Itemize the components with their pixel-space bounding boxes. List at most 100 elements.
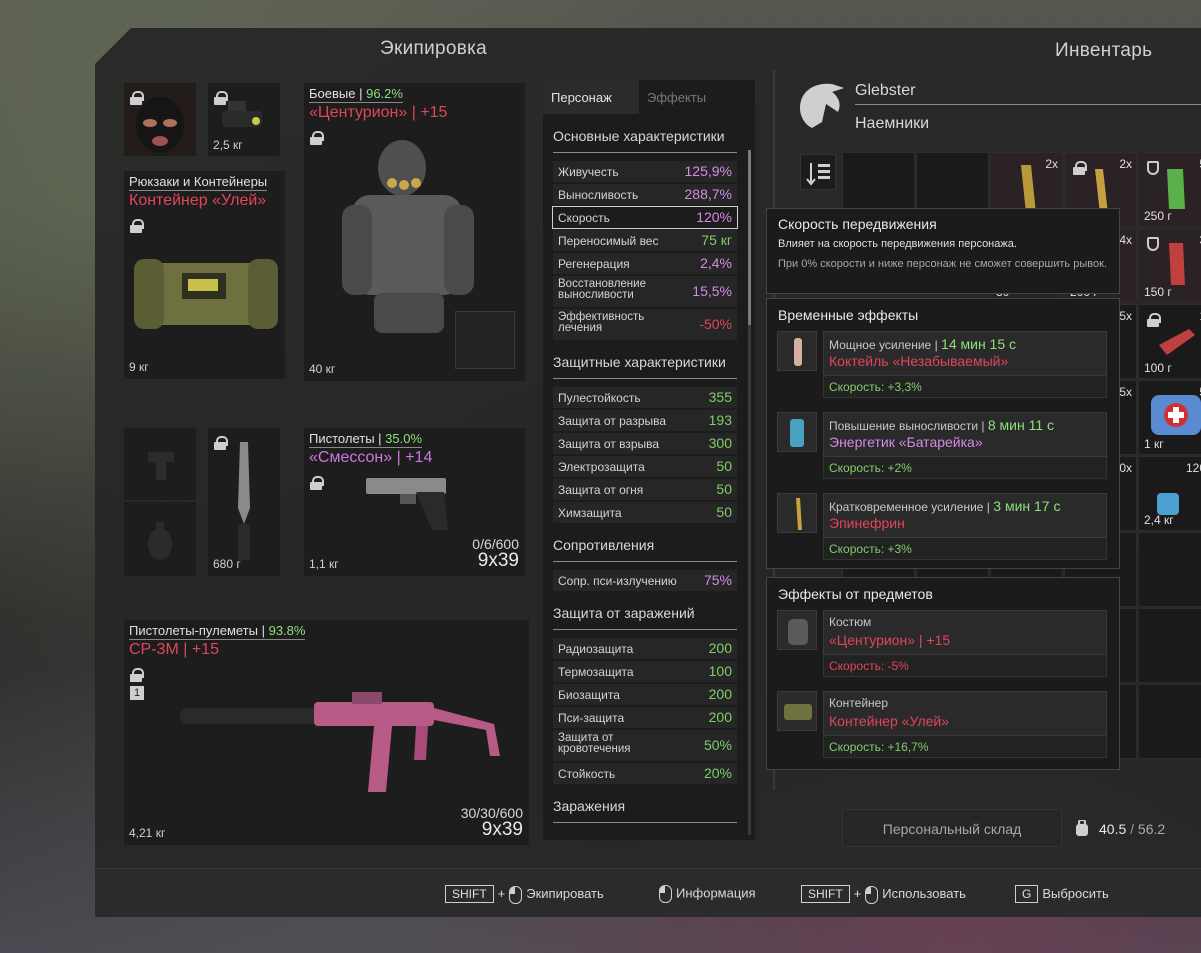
protection-list: Пулестойкость 355 Защита от разрыва 193 За… — [543, 387, 755, 523]
flashlight-placeholder-icon — [148, 452, 174, 480]
item-effects-panel: Эффекты от предметов Костюм «Центурион» |… — [766, 577, 1120, 770]
inventory-cell[interactable]: 3 150 г — [1138, 228, 1201, 303]
weight-icon — [1076, 819, 1088, 836]
knife-weight: 680 г — [213, 557, 241, 571]
grenade-slot-2[interactable] — [124, 502, 196, 576]
infection-list: Радиозащита 200 Термозащита 100 Биозащита 2… — [543, 638, 755, 784]
inventory-cell[interactable] — [1138, 684, 1201, 759]
personal-storage-button[interactable]: Персональный склад — [842, 809, 1062, 847]
item-effect-item[interactable]: Контейнер Контейнер «Улей» Скорость: +16,… — [777, 691, 1107, 761]
smg-slot[interactable]: Пистолеты-пулеметы | 93.8% СР-3М | +15 1… — [124, 620, 529, 845]
effect-timer: 8 мин 11 с — [987, 417, 1055, 433]
stat-row[interactable]: Термозащита 100 — [553, 661, 737, 682]
resistances-header: Сопротивления — [553, 537, 737, 562]
hint-use: SHIFT + Использовать — [801, 885, 966, 904]
stat-row[interactable]: Эффективность лечения -50% — [553, 309, 737, 340]
backpack-slot[interactable]: Рюкзаки и Контейнеры Контейнер «Улей» 9 … — [124, 171, 285, 379]
sort-button[interactable] — [800, 154, 836, 190]
grenade-placeholder-icon — [148, 522, 172, 560]
lock-icon — [1147, 313, 1161, 327]
player-name: Glebster — [855, 82, 916, 99]
shield-icon — [1147, 161, 1159, 175]
carry-weight: 40.5 / 56.2 — [1075, 819, 1165, 837]
inventory-cell[interactable] — [1138, 608, 1201, 683]
stat-row[interactable]: Живучесть 125,9% — [553, 161, 737, 182]
resistances-list: Сопр. пси-излучению 75% — [543, 570, 755, 591]
mercenaries-faction-icon — [800, 83, 844, 128]
hint-info: Информация — [655, 885, 756, 903]
stat-row[interactable]: Сопр. пси-излучению 75% — [553, 570, 737, 591]
knife-slot[interactable]: 680 г — [208, 428, 280, 576]
stat-row[interactable]: Защита от огня 50 — [553, 479, 737, 500]
temp-effect-item[interactable]: Мощное усиление | 14 мин 15 с Коктейль «Н… — [777, 331, 1107, 401]
inventory-cell[interactable]: 1 100 г — [1138, 304, 1201, 379]
backpack-label: Рюкзаки и Контейнеры — [129, 174, 268, 191]
inventory-cell[interactable]: 5 1 кг — [1138, 380, 1201, 455]
inventory-cell[interactable] — [1138, 532, 1201, 607]
stats-scrollbar-thumb[interactable] — [748, 150, 751, 325]
tab-effects[interactable]: Эффекты — [639, 80, 735, 114]
pistol-weight: 1,1 кг — [309, 557, 339, 571]
temp-effect-item[interactable]: Кратковременное усиление | 3 мин 17 с Эпи… — [777, 493, 1107, 563]
tooltip-note: При 0% скорости и ниже персонаж не сможе… — [778, 258, 1107, 270]
container-icon — [134, 259, 278, 329]
mouse-right-icon — [865, 885, 879, 904]
mouse-left-icon — [509, 885, 523, 904]
player-separator — [855, 104, 1201, 105]
effect-bonus: Скорость: +16,7% — [823, 736, 1107, 758]
effect-bonus: Скорость: +2% — [823, 457, 1107, 479]
container-thumb-icon — [777, 691, 817, 731]
speed-tooltip: Скорость передвижения Влияет на скорость… — [766, 208, 1120, 294]
contamination-header: Заражения — [553, 798, 737, 823]
stat-row[interactable]: Защита от разрыва 193 — [553, 410, 737, 431]
inventory-cell[interactable]: 120 2,4 кг — [1138, 456, 1201, 531]
effect-name: Энергетик «Батарейка» — [829, 434, 983, 450]
effect-name: «Центурион» | +15 — [829, 632, 951, 648]
stat-row[interactable]: Пси-защита 200 — [553, 707, 737, 728]
mouse-icon — [659, 885, 672, 903]
cocktail-icon — [777, 331, 817, 371]
tab-character[interactable]: Персонаж — [543, 80, 639, 114]
stat-row[interactable]: Восстановление выносливости 15,5% — [553, 276, 737, 307]
stat-row[interactable]: Биозащита 200 — [553, 684, 737, 705]
stats-tabs: Персонаж Эффекты — [543, 80, 755, 114]
grenade-slot-1[interactable] — [124, 428, 196, 500]
effect-penalty: Скорость: -5% — [823, 655, 1107, 677]
effect-bonus: Скорость: +3,3% — [823, 376, 1107, 398]
stat-row[interactable]: Переносимый вес 75 кг — [553, 230, 737, 251]
stat-row[interactable]: Пулестойкость 355 — [553, 387, 737, 408]
stat-row[interactable]: Защита от взрыва 300 — [553, 433, 737, 454]
stat-row[interactable]: Радиозащита 200 — [553, 638, 737, 659]
device-slot[interactable]: 2,5 кг — [208, 83, 280, 156]
hint-drop: G Выбросить — [1015, 885, 1109, 903]
syringe-icon — [777, 493, 817, 533]
main-stats-list: Живучесть 125,9% Выносливость 288,7% Скоро… — [543, 161, 755, 340]
effect-name: Эпинефрин — [829, 515, 905, 531]
controls-hint-bar: SHIFT + Экипировать Информация SHIFT + Испол… — [95, 868, 1201, 917]
tooltip-desc: Влияет на скорость передвижения персонаж… — [778, 238, 1017, 250]
stat-row-speed[interactable]: Скорость 120% — [552, 206, 738, 229]
temp-effect-item[interactable]: Повышение выносливости | 8 мин 11 с Энерг… — [777, 412, 1107, 482]
stat-row[interactable]: Стойкость 20% — [553, 763, 737, 784]
pistol-slot[interactable]: Пистолеты | 35.0% «Смессон» | +14 0/6/60… — [304, 428, 525, 576]
mask-slot[interactable] — [124, 83, 196, 156]
device-weight: 2,5 кг — [213, 138, 243, 152]
item-effect-item[interactable]: Костюм «Центурион» | +15 Скорость: -5% — [777, 610, 1107, 680]
temporary-effects-panel: Временные эффекты Мощное усиление | 14 м… — [766, 298, 1120, 569]
armor-name: «Центурион» | +15 — [309, 104, 448, 121]
stat-row[interactable]: Электрозащита 50 — [553, 456, 737, 477]
stat-row[interactable]: Химзащита 50 — [553, 502, 737, 523]
stat-row[interactable]: Регенерация 2,4% — [553, 253, 737, 274]
effect-timer: 14 мин 15 с — [941, 336, 1017, 352]
inventory-cell[interactable]: 5 250 г — [1138, 152, 1201, 227]
sort-icon — [806, 163, 830, 186]
lock-icon — [214, 91, 228, 105]
main-stats-header: Основные характеристики — [553, 128, 737, 153]
backpack-weight: 9 кг — [129, 360, 149, 374]
armor-slot[interactable]: Боевые | 96.2% «Центурион» | +15 40 кг — [304, 83, 525, 381]
armor-weight: 40 кг — [309, 362, 336, 376]
stat-row[interactable]: Выносливость 288,7% — [553, 184, 737, 205]
stat-row[interactable]: Защита от кровотечения 50% — [553, 730, 737, 761]
armor-upgrade-slot[interactable] — [455, 311, 515, 369]
lock-icon — [1073, 161, 1087, 175]
